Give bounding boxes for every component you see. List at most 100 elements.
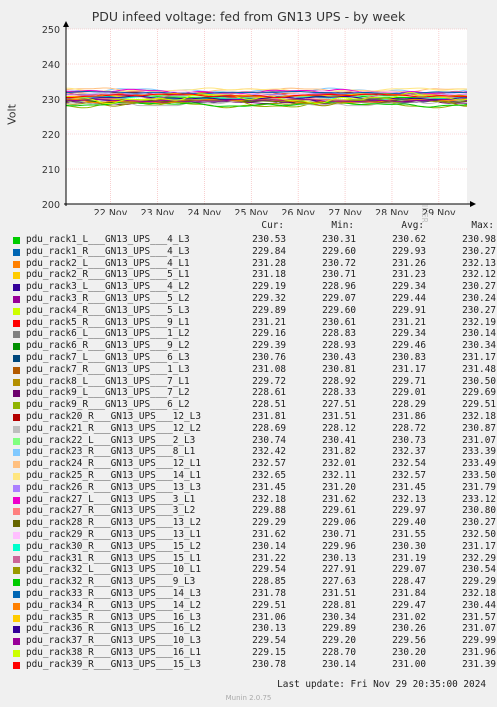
legend-series-name: pdu_rack9_L___GN13_UPS___7_L2 — [26, 387, 190, 399]
legend-value-avg: 229.46 — [392, 340, 426, 352]
legend-value-min: 228.33 — [322, 387, 356, 399]
legend-value-avg: 230.62 — [392, 234, 426, 245]
legend-value-avg: 228.72 — [392, 422, 426, 434]
legend-value-avg: 231.86 — [392, 411, 426, 422]
legend-value-min: 228.83 — [322, 328, 356, 340]
legend-value-max: 231.96 — [462, 647, 496, 658]
legend-value-avg: 229.07 — [392, 564, 426, 576]
legend-swatch — [13, 414, 20, 421]
legend-value-avg: 230.30 — [392, 540, 426, 552]
legend-row: pdu_rack2_R___GN13_UPS___5_L1 231.18 230.7… — [10, 269, 496, 281]
legend-row: pdu_rack37_R___GN13_UPS___10_L3 229.54 229… — [10, 635, 496, 647]
legend-value-cur: 229.72 — [252, 375, 286, 387]
legend-value-cur: 230.74 — [252, 434, 286, 446]
legend-value-avg: 231.02 — [392, 611, 426, 623]
legend-swatch — [13, 579, 20, 587]
legend-value-min: 229.96 — [322, 540, 356, 552]
legend-value-avg: 229.56 — [392, 635, 426, 647]
legend-swatch — [13, 484, 20, 492]
legend-row: pdu_rack25_R___GN13_UPS___14_L1 232.65 232… — [10, 470, 496, 482]
y-tick-labels: 200 210 220 230 240 250 — [42, 25, 60, 211]
legend-value-min: 229.60 — [322, 245, 356, 257]
legend-swatch — [13, 567, 20, 575]
x-tick-label: 24 Nov — [188, 208, 222, 215]
legend-value-min: 232.11 — [322, 470, 356, 481]
legend-value-cur: 230.14 — [252, 540, 286, 552]
legend-value-avg: 230.20 — [392, 647, 426, 658]
legend-header-cur: Cur: — [261, 220, 284, 231]
legend-value-max: 231.48 — [462, 363, 496, 375]
legend-series-name: pdu_rack28_R___GN13_UPS___13_L2 — [26, 517, 201, 529]
legend-value-cur: 229.51 — [252, 599, 286, 611]
legend-row: pdu_rack9_L___GN13_UPS___7_L2 228.61 228.3… — [10, 387, 496, 399]
legend-row: pdu_rack24_R___GN13_UPS___12_L1 232.57 232… — [10, 458, 496, 470]
legend-swatch — [13, 602, 20, 610]
legend-value-max: 229.69 — [462, 387, 496, 399]
legend-row: pdu_rack30_R___GN13_UPS___15_L2 230.14 229… — [10, 540, 496, 553]
x-tick-label: 25 Nov — [234, 208, 268, 215]
legend-series-name: pdu_rack31_R___GN13_UPS___15_L1 — [26, 552, 201, 564]
legend-value-avg: 228.29 — [392, 399, 426, 411]
legend-swatch — [13, 390, 20, 398]
legend-series-name: pdu_rack20_R___GN13_UPS___12_L3 — [26, 411, 201, 422]
legend-series-name: pdu_rack26_R___GN13_UPS___13_L3 — [26, 481, 201, 493]
legend-value-min: 229.89 — [322, 623, 356, 635]
legend-value-cur: 229.54 — [252, 635, 286, 647]
legend-value-cur: 229.29 — [252, 517, 286, 529]
legend-value-cur: 229.16 — [252, 328, 286, 340]
legend-row: pdu_rack1_L___GN13_UPS___4_L3 230.53 230.3… — [10, 234, 496, 246]
x-axis-arrow — [470, 201, 476, 207]
legend-value-min: 231.51 — [322, 588, 356, 599]
legend-row: pdu_rack32_L___GN13_UPS___10_L1 229.54 227… — [10, 564, 496, 576]
legend-value-avg: 231.23 — [392, 269, 426, 281]
legend-value-avg: 229.40 — [392, 517, 426, 529]
legend-value-avg: 231.17 — [392, 363, 426, 375]
legend-row: pdu_rack5_R___GN13_UPS___9_L1 231.21 230.6… — [10, 316, 496, 329]
legend-value-avg: 229.47 — [392, 599, 426, 611]
legend-value-min: 230.43 — [322, 352, 356, 363]
legend-value-cur: 231.78 — [252, 588, 286, 599]
legend-series-name: pdu_rack2_R___GN13_UPS___5_L1 — [26, 269, 190, 281]
legend-value-cur: 232.42 — [252, 446, 286, 458]
legend-series-name: pdu_rack6_R___GN13_UPS___9_L2 — [26, 340, 190, 352]
y-tick-label: 240 — [42, 60, 60, 71]
legend-row: pdu_rack27_R___GN13_UPS___3_L2 229.88 229.… — [10, 505, 496, 517]
legend-series-name: pdu_rack4_R___GN13_UPS___5_L3 — [26, 304, 190, 316]
legend-value-cur: 232.18 — [252, 493, 286, 505]
legend-row: pdu_rack26_R___GN13_UPS___13_L3 231.45 231… — [10, 481, 496, 494]
legend-value-cur: 232.65 — [252, 470, 286, 481]
legend-value-min: 227.91 — [322, 564, 356, 576]
legend-value-cur: 229.19 — [252, 281, 286, 293]
legend-value-min: 230.14 — [322, 658, 356, 670]
legend-value-max: 233.50 — [462, 470, 496, 481]
legend-header-min: Min: — [331, 220, 354, 231]
legend-value-max: 232.50 — [462, 529, 496, 540]
legend-value-max: 230.24 — [462, 293, 496, 304]
munin-version: Munin 2.0.75 — [225, 694, 272, 702]
legend-row: pdu_rack31_R___GN13_UPS___15_L1 231.22 230… — [10, 552, 496, 565]
legend-value-min: 227.51 — [322, 399, 356, 411]
legend-value-avg: 231.19 — [392, 552, 426, 564]
legend-value-cur: 230.76 — [252, 352, 286, 363]
legend-value-max: 230.87 — [462, 422, 496, 434]
y-tick-label: 210 — [42, 165, 60, 176]
legend-row: pdu_rack22_L___GN13_UPS___2_L3 230.74 230.… — [10, 434, 496, 447]
legend-value-cur: 231.28 — [252, 257, 286, 269]
legend-value-min: 227.63 — [322, 576, 356, 588]
legend-value-max: 230.50 — [462, 375, 496, 387]
legend-value-cur: 230.13 — [252, 623, 286, 635]
x-tick-label: 29 Nov — [422, 208, 456, 215]
legend-row: pdu_rack38_R___GN13_UPS___16_L1 229.15 228… — [10, 647, 496, 659]
legend-value-avg: 231.26 — [392, 257, 426, 269]
legend-value-min: 231.20 — [322, 481, 356, 493]
legend-value-avg: 231.84 — [392, 588, 426, 599]
legend-series-name: pdu_rack5_R___GN13_UPS___9_L1 — [26, 316, 190, 328]
legend-row: pdu_rack39_R___GN13_UPS___15_L3 230.78 230… — [10, 658, 496, 671]
x-tick-label: 26 Nov — [281, 208, 315, 215]
legend-value-min: 228.92 — [322, 375, 356, 387]
legend-series-name: pdu_rack7_L___GN13_UPS___6_L3 — [26, 352, 190, 363]
legend-row: pdu_rack6_L___GN13_UPS___1_L2 229.16 228.8… — [10, 328, 496, 340]
legend-value-max: 232.19 — [462, 316, 496, 328]
legend-swatch — [13, 237, 20, 244]
legend-series-name: pdu_rack30_R___GN13_UPS___15_L2 — [26, 540, 201, 552]
